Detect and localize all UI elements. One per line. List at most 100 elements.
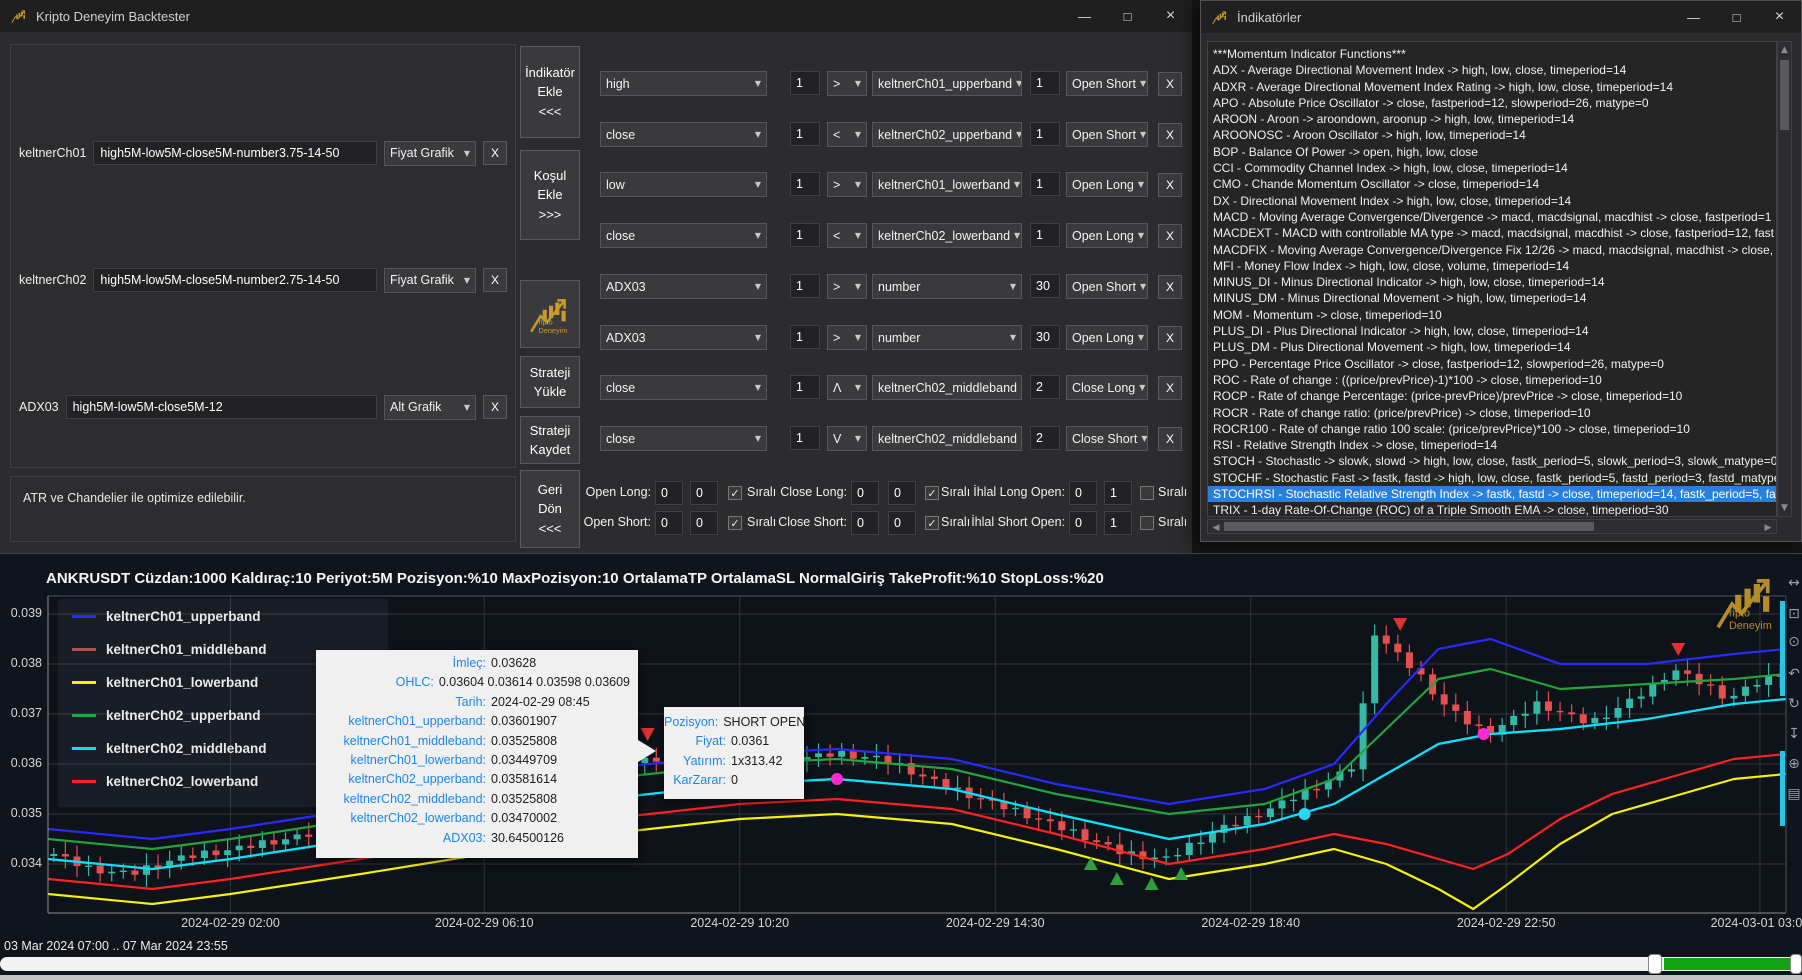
- go-back-button[interactable]: GeriDön<<<: [520, 470, 580, 548]
- indicator-list-item[interactable]: ***Momentum Indicator Functions***: [1208, 46, 1776, 62]
- maximize-button[interactable]: □: [1106, 1, 1149, 31]
- condition-left-dropdown[interactable]: ADX03▼: [600, 325, 767, 350]
- stat-value-input[interactable]: 0: [690, 481, 718, 505]
- condition-action-dropdown[interactable]: Open Long▼: [1066, 223, 1148, 248]
- indicator-list-item[interactable]: ROC - Rate of change : ((price/prevPrice…: [1208, 372, 1776, 388]
- indicator-list-item[interactable]: CMO - Chande Momentum Oscillator -> clos…: [1208, 176, 1776, 192]
- time-range-slider[interactable]: [0, 957, 1802, 971]
- stat-value-input[interactable]: 0: [655, 511, 683, 535]
- arrows-horizontal-icon[interactable]: ↔: [1785, 575, 1802, 591]
- condition-action-dropdown[interactable]: Open Long▼: [1066, 172, 1148, 197]
- sequential-checkbox[interactable]: ✓: [925, 516, 939, 530]
- crosshair-icon[interactable]: ⊕: [1785, 756, 1802, 772]
- condition-right-dropdown[interactable]: keltnerCh02_middleband▼: [872, 375, 1022, 400]
- condition-left-dropdown[interactable]: low▼: [600, 172, 767, 197]
- indicator-list-item[interactable]: MACD - Moving Average Convergence/Diverg…: [1208, 209, 1776, 225]
- condition-right-dropdown[interactable]: keltnerCh02_lowerband▼: [872, 223, 1022, 248]
- scroll-right-icon[interactable]: ▶: [1762, 523, 1774, 533]
- close-button[interactable]: ×: [1758, 2, 1801, 32]
- stat-value-input[interactable]: 0: [1069, 511, 1097, 535]
- condition-value-input[interactable]: 30: [1030, 274, 1060, 298]
- indicator-list-item[interactable]: TRIX - 1-day Rate-Of-Change (ROC) of a T…: [1208, 502, 1776, 517]
- stat-value-input[interactable]: 0: [888, 511, 916, 535]
- list-icon[interactable]: ▤: [1785, 786, 1802, 802]
- selected-range[interactable]: [1664, 958, 1792, 970]
- condition-operator-dropdown[interactable]: >▼: [827, 172, 867, 197]
- condition-value-input[interactable]: 1: [1030, 71, 1060, 95]
- indicator-list-item[interactable]: ADX - Average Directional Movement Index…: [1208, 62, 1776, 78]
- indicator-list-item[interactable]: PLUS_DI - Plus Directional Indicator -> …: [1208, 323, 1776, 339]
- condition-right-dropdown[interactable]: number▼: [872, 274, 1022, 299]
- condition-shift1-input[interactable]: 1: [790, 172, 820, 196]
- condition-shift1-input[interactable]: 1: [790, 426, 820, 450]
- condition-action-dropdown[interactable]: Open Long▼: [1066, 325, 1148, 350]
- maximize-button[interactable]: □: [1715, 2, 1758, 32]
- vertical-scrollbar[interactable]: ▲ ▼: [1777, 41, 1792, 517]
- stat-value-input[interactable]: 1: [1104, 511, 1132, 535]
- scroll-left-icon[interactable]: ◀: [1210, 523, 1222, 533]
- remove-condition-button[interactable]: X: [1158, 376, 1182, 400]
- indicator-list-item[interactable]: DX - Directional Movement Index -> high,…: [1208, 193, 1776, 209]
- condition-action-dropdown[interactable]: Open Short▼: [1066, 122, 1148, 147]
- close-button[interactable]: ×: [1149, 1, 1192, 31]
- stat-value-input[interactable]: 0: [851, 511, 879, 535]
- indicator-list-item[interactable]: APO - Absolute Price Oscillator -> close…: [1208, 95, 1776, 111]
- remove-condition-button[interactable]: X: [1158, 224, 1182, 248]
- indicator-list-item[interactable]: STOCH - Stochastic -> slowk, slowd -> hi…: [1208, 453, 1776, 469]
- sequential-checkbox[interactable]: ✓: [728, 486, 742, 500]
- condition-shift1-input[interactable]: 1: [790, 375, 820, 399]
- remove-condition-button[interactable]: X: [1158, 123, 1182, 147]
- condition-shift1-input[interactable]: 1: [790, 274, 820, 298]
- condition-shift1-input[interactable]: 1: [790, 223, 820, 247]
- condition-operator-dropdown[interactable]: >▼: [827, 325, 867, 350]
- stat-value-input[interactable]: 0: [690, 511, 718, 535]
- condition-right-dropdown[interactable]: keltnerCh01_upperband▼: [872, 71, 1022, 96]
- condition-left-dropdown[interactable]: close▼: [600, 122, 767, 147]
- indicator-list-item[interactable]: MACDEXT - MACD with controllable MA type…: [1208, 225, 1776, 241]
- remove-condition-button[interactable]: X: [1158, 275, 1182, 299]
- indicator-list-item[interactable]: STOCHRSI - Stochastic Relative Strength …: [1208, 486, 1776, 502]
- indicator-list-item[interactable]: ROCR100 - Rate of change ratio 100 scale…: [1208, 421, 1776, 437]
- range-handle-left[interactable]: [1648, 954, 1662, 974]
- download-icon[interactable]: ↧: [1785, 726, 1802, 742]
- condition-left-dropdown[interactable]: close▼: [600, 375, 767, 400]
- condition-operator-dropdown[interactable]: >▼: [827, 71, 867, 96]
- condition-value-input[interactable]: 2: [1030, 375, 1060, 399]
- condition-left-dropdown[interactable]: high▼: [600, 71, 767, 96]
- scroll-down-icon[interactable]: ▼: [1778, 503, 1791, 513]
- condition-value-input[interactable]: 30: [1030, 325, 1060, 349]
- sequential-checkbox[interactable]: ✓: [925, 486, 939, 500]
- condition-value-input[interactable]: 2: [1030, 426, 1060, 450]
- condition-right-dropdown[interactable]: keltnerCh02_middleband▼: [872, 426, 1022, 451]
- minimize-button[interactable]: —: [1063, 1, 1106, 31]
- condition-operator-dropdown[interactable]: >▼: [827, 274, 867, 299]
- stat-value-input[interactable]: 0: [655, 481, 683, 505]
- condition-value-input[interactable]: 1: [1030, 122, 1060, 146]
- condition-operator-dropdown[interactable]: Λ▼: [827, 375, 867, 400]
- scrollbar-thumb[interactable]: [1224, 522, 1594, 531]
- condition-left-dropdown[interactable]: close▼: [600, 426, 767, 451]
- indicator-list-item[interactable]: MINUS_DI - Minus Directional Indicator -…: [1208, 274, 1776, 290]
- horizontal-scrollbar[interactable]: ◀ ▶: [1207, 519, 1777, 534]
- condition-action-dropdown[interactable]: Close Long▼: [1066, 375, 1148, 400]
- condition-left-dropdown[interactable]: ADX03▼: [600, 274, 767, 299]
- indicator-list-item[interactable]: AROON - Aroon -> aroondown, aroonup -> h…: [1208, 111, 1776, 127]
- indicator-list-item[interactable]: STOCHF - Stochastic Fast -> fastk, fastd…: [1208, 470, 1776, 486]
- remove-condition-button[interactable]: X: [1158, 427, 1182, 451]
- condition-operator-dropdown[interactable]: <▼: [827, 122, 867, 147]
- scroll-up-icon[interactable]: ▲: [1778, 45, 1791, 55]
- condition-operator-dropdown[interactable]: V▼: [827, 426, 867, 451]
- condition-shift1-input[interactable]: 1: [790, 71, 820, 95]
- indicator-list-item[interactable]: MOM - Momentum -> close, timeperiod=10: [1208, 307, 1776, 323]
- condition-shift1-input[interactable]: 1: [790, 122, 820, 146]
- undo-icon[interactable]: ↶: [1785, 666, 1802, 682]
- indicator-list-item[interactable]: ROCP - Rate of change Percentage: (price…: [1208, 388, 1776, 404]
- sequential-checkbox[interactable]: ✓: [728, 516, 742, 530]
- indicator-list-item[interactable]: MINUS_DM - Minus Directional Movement ->…: [1208, 290, 1776, 306]
- stat-value-input[interactable]: 0: [851, 481, 879, 505]
- range-handle-right[interactable]: [1790, 954, 1802, 974]
- condition-action-dropdown[interactable]: Open Short▼: [1066, 71, 1148, 96]
- indicator-list-item[interactable]: RSI - Relative Strength Index -> close, …: [1208, 437, 1776, 453]
- indicator-list-item[interactable]: ROCR - Rate of change ratio: (price/prev…: [1208, 405, 1776, 421]
- condition-action-dropdown[interactable]: Open Short▼: [1066, 274, 1148, 299]
